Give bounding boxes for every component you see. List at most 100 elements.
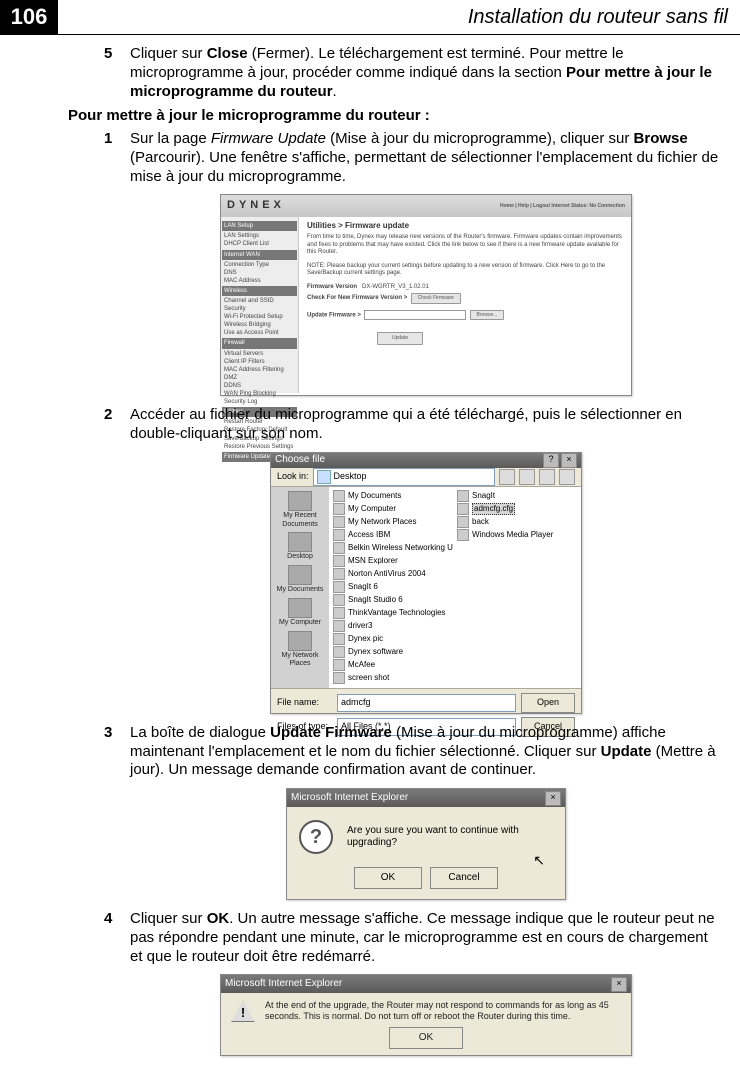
sidebar-section: Firewall [222, 338, 297, 348]
sidebar-section: LAN Setup [222, 221, 297, 231]
place-mycomputer[interactable]: My Computer [271, 598, 329, 628]
firmware-note: NOTE: Please backup your current setting… [307, 263, 623, 278]
sidebar-item[interactable]: Security Log [224, 398, 295, 406]
back-icon[interactable] [499, 469, 515, 485]
selected-file[interactable]: admcfg.cfg [472, 503, 515, 515]
sidebar-item[interactable]: Use as Access Point [224, 329, 295, 337]
text: (Mise à jour du microprogramme), cliquer… [326, 130, 634, 147]
brand-logo: DYNEX [227, 199, 285, 213]
step-1-text: Sur la page Firmware Update (Mise à jour… [130, 130, 718, 185]
sidebar-item[interactable]: DHCP Client List [224, 240, 295, 248]
ok-button[interactable]: OK [354, 867, 422, 889]
close-icon[interactable]: × [545, 791, 561, 806]
folder-icon [288, 491, 312, 511]
sidebar-item[interactable]: Connection Type [224, 261, 295, 269]
check-firmware-button[interactable]: Check Firmware [411, 293, 461, 303]
delay-warning-dialog: Microsoft Internet Explorer × ! At the e… [220, 974, 632, 1056]
close-icon[interactable]: × [611, 977, 627, 992]
place-desktop[interactable]: Desktop [271, 532, 329, 562]
filename-input[interactable]: admcfg [337, 694, 516, 712]
sidebar-item[interactable]: DNS [224, 269, 295, 277]
cancel-button[interactable]: Cancel [430, 867, 498, 889]
folder-icon [333, 516, 345, 528]
computer-icon [288, 598, 312, 618]
firmware-title: Utilities > Firmware update [307, 221, 623, 231]
sidebar-item[interactable]: WAN Ping Blocking [224, 390, 295, 398]
firmware-page-screenshot: DYNEX Home | Help | Logout Internet Stat… [220, 194, 632, 396]
network-icon [288, 631, 312, 651]
list-item: Access IBM [333, 529, 453, 542]
confirm-dialog: Microsoft Internet Explorer × ? Are you … [286, 788, 566, 900]
firmware-path-input[interactable] [364, 310, 466, 320]
sidebar-item[interactable]: DDNS [224, 382, 295, 390]
list-item: My Documents [333, 490, 453, 503]
folder-icon [288, 565, 312, 585]
sidebar-item[interactable]: MAC Address [224, 277, 295, 285]
sidebar-section: Wireless [222, 286, 297, 296]
text: Cliquer sur [130, 45, 207, 62]
step-number: 5 [104, 45, 112, 64]
list-item: admcfg.cfg [457, 503, 577, 516]
firmware-update-page: Firmware Update [211, 130, 326, 147]
update-button[interactable]: Update [377, 332, 423, 344]
sidebar-item[interactable]: Virtual Servers [224, 350, 295, 358]
step-number: 1 [104, 130, 112, 149]
list-item: My Network Places [333, 516, 453, 529]
step-number: 4 [104, 910, 112, 929]
ok-button[interactable]: OK [389, 1027, 463, 1049]
file-list[interactable]: My Documents SnagIt My Computer admcfg.c… [329, 487, 581, 688]
list-item: My Computer [333, 503, 453, 516]
place-mydocs[interactable]: My Documents [271, 565, 329, 595]
sidebar-section: Internet WAN [222, 250, 297, 260]
step-3: 3 La boîte de dialogue Update Firmware (… [90, 724, 722, 900]
file-icon [457, 503, 469, 515]
open-button[interactable]: Open [521, 693, 575, 713]
list-item: SnagIt [457, 490, 577, 503]
new-folder-icon[interactable] [539, 469, 555, 485]
step-4-text: Cliquer sur OK. Un autre message s'affic… [130, 910, 715, 965]
shortcut-icon [333, 607, 345, 619]
sidebar-item[interactable]: MAC Address Filtering [224, 366, 295, 374]
sidebar-item[interactable]: LAN Settings [224, 232, 295, 240]
sidebar-item[interactable]: Security [224, 305, 295, 313]
sidebar-item[interactable]: Wi-Fi Protected Setup [224, 313, 295, 321]
sub-heading: Pour mettre à jour le microprogramme du … [68, 107, 722, 126]
sidebar-item[interactable]: Client IP Filters [224, 358, 295, 366]
shortcut-icon [457, 529, 469, 541]
shortcut-icon [333, 555, 345, 567]
place-network[interactable]: My Network Places [271, 631, 329, 670]
close-icon[interactable]: × [561, 453, 577, 468]
places-bar: My Recent Documents Desktop My Documents… [271, 487, 329, 688]
list-item: ThinkVantage Technologies [333, 607, 453, 620]
cursor-icon: ↖ [533, 852, 545, 870]
place-recent[interactable]: My Recent Documents [271, 491, 329, 530]
up-icon[interactable] [519, 469, 535, 485]
brand-banner: DYNEX Home | Help | Logout Internet Stat… [221, 195, 631, 217]
question-icon: ? [299, 820, 333, 854]
folder-icon [333, 633, 345, 645]
check-fw-label: Check For New Firmware Version > [307, 295, 407, 301]
sidebar-item[interactable]: Channel and SSID [224, 297, 295, 305]
step-number: 3 [104, 724, 112, 743]
text: (Parcourir). Une fenêtre s'affiche, perm… [130, 149, 718, 185]
views-icon[interactable] [559, 469, 575, 485]
firmware-version-label: Firmware Version [307, 284, 357, 290]
router-sidebar: LAN Setup LAN Settings DHCP Client List … [221, 217, 299, 393]
folder-icon [333, 659, 345, 671]
step-1: 1 Sur la page Firmware Update (Mise à jo… [90, 130, 722, 396]
browse-button[interactable]: Browse... [470, 310, 505, 320]
dialog-titlebar: Choose file ? × [271, 453, 581, 468]
warning-icon: ! [231, 1000, 255, 1022]
browse-label: Browse [634, 130, 688, 147]
sidebar-item[interactable]: Wireless Bridging [224, 321, 295, 329]
page-header: 106 Installation du routeur sans fil [0, 0, 740, 35]
dialog-title: Microsoft Internet Explorer [225, 978, 342, 991]
list-item: Norton AntiVirus 2004 [333, 568, 453, 581]
shortcut-icon [333, 542, 345, 554]
lookin-dropdown[interactable]: Desktop [313, 468, 495, 486]
dialog-title: Choose file [275, 454, 325, 467]
help-icon[interactable]: ? [543, 453, 559, 468]
sidebar-item[interactable]: DMZ [224, 374, 295, 382]
desktop-icon [317, 470, 331, 484]
list-item: SnagIt 6 [333, 581, 453, 594]
